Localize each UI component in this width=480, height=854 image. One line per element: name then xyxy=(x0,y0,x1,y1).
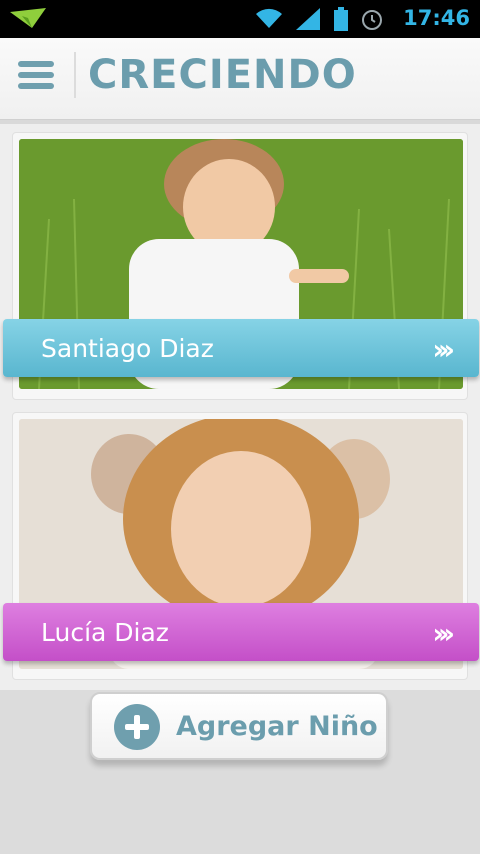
add-child-label: Agregar Niño xyxy=(176,711,378,742)
wifi-icon xyxy=(256,8,282,28)
battery-icon xyxy=(334,7,348,31)
app-notification-icon xyxy=(10,8,46,28)
child-name-ribbon[interactable]: Santiago Diaz ››› xyxy=(3,319,479,377)
plus-circle-icon xyxy=(114,704,160,750)
chevron-right-icon: ››› xyxy=(432,333,454,366)
menu-icon-line xyxy=(18,83,54,89)
menu-button[interactable] xyxy=(16,58,56,92)
chevron-right-icon: ››› xyxy=(432,617,454,650)
signal-icon xyxy=(296,8,320,30)
menu-icon-line xyxy=(18,72,54,78)
status-time: 17:46 xyxy=(403,6,470,30)
add-child-button[interactable]: Agregar Niño xyxy=(90,692,388,760)
menu-icon-line xyxy=(18,61,54,67)
child-name: Santiago Diaz xyxy=(41,333,214,363)
status-bar: 17:46 xyxy=(0,0,480,38)
appbar-divider xyxy=(74,52,76,98)
child-name: Lucía Diaz xyxy=(41,617,169,647)
app-title: CRECIENDO xyxy=(88,52,357,98)
bottom-area: Agregar Niño xyxy=(0,690,480,854)
child-card[interactable]: Santiago Diaz ››› xyxy=(3,132,479,400)
child-name-ribbon[interactable]: Lucía Diaz ››› xyxy=(3,603,479,661)
app-bar: CRECIENDO xyxy=(0,38,480,120)
children-list: Santiago Diaz ››› Lucía Diaz ››› xyxy=(0,124,480,690)
alarm-icon xyxy=(362,10,382,30)
child-card[interactable]: Lucía Diaz ››› xyxy=(3,412,479,680)
